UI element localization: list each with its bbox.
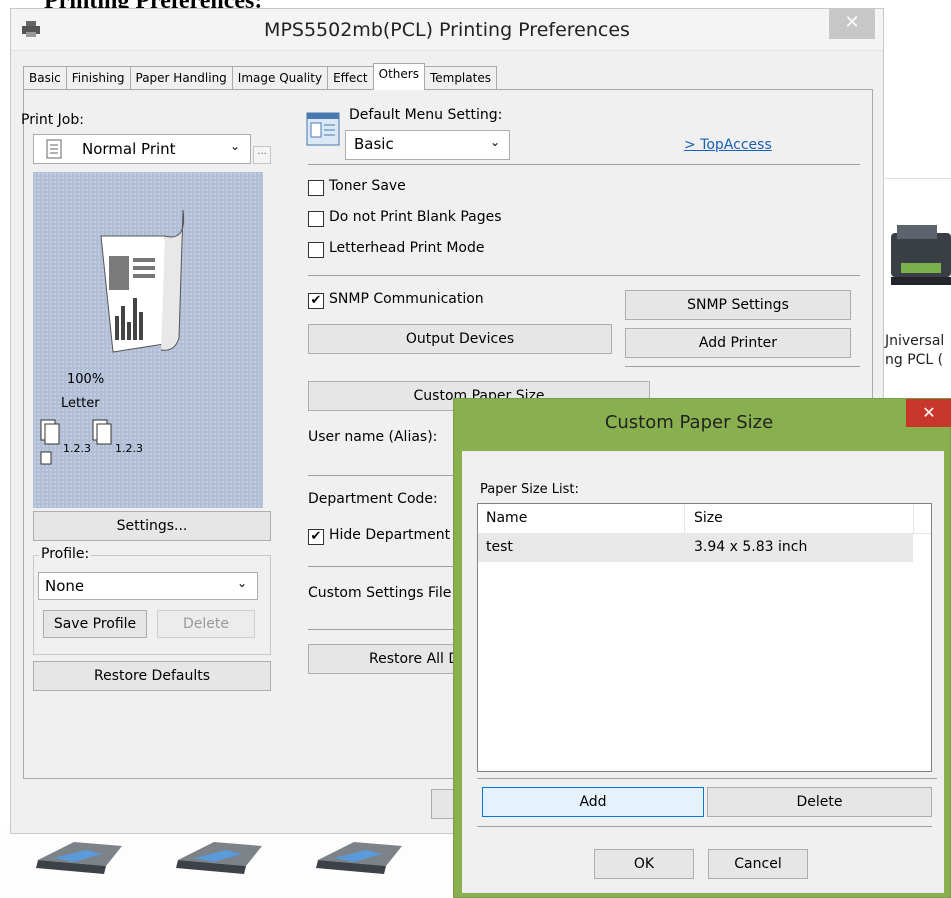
print-job-value: Normal Print <box>82 140 176 158</box>
add-paper-size-button[interactable]: Add <box>482 787 704 817</box>
restore-defaults-button[interactable]: Restore Defaults <box>33 661 271 691</box>
default-menu-value: Basic <box>354 135 394 153</box>
print-job-more-button[interactable]: ... <box>253 146 271 164</box>
save-profile-button[interactable]: Save Profile <box>43 610 147 638</box>
profile-dropdown[interactable]: None ⌄ <box>38 572 258 600</box>
preview-scale: 100% <box>67 372 105 387</box>
profile-value: None <box>45 577 85 595</box>
divider <box>308 475 468 476</box>
no-blank-pages-label: Do not Print Blank Pages <box>329 209 502 225</box>
preview-paper-size: Letter <box>61 396 100 411</box>
tab-basic[interactable]: Basic <box>23 66 67 90</box>
default-menu-icon <box>306 112 340 146</box>
collate-pages-icon <box>40 419 60 465</box>
document-preview-icon <box>100 209 185 353</box>
print-job-dropdown[interactable]: Normal Print ⌄ <box>33 134 251 164</box>
dialog-body: Paper Size List: Name Size test 3.94 x 5… <box>462 451 944 893</box>
tab-others[interactable]: Others <box>372 63 425 90</box>
no-blank-pages-checkbox[interactable] <box>308 211 324 227</box>
collate-order-a: 1.2.3 <box>63 442 91 455</box>
tab-image-quality[interactable]: Image Quality <box>231 66 329 90</box>
tab-paper-handling[interactable]: Paper Handling <box>129 66 233 90</box>
divider <box>308 275 860 276</box>
default-menu-dropdown[interactable]: Basic ⌄ <box>345 130 510 160</box>
dialog-close-button[interactable]: ✕ <box>906 399 951 427</box>
background-printer-panel: Jniversal ng PCL ( <box>885 178 951 368</box>
divider <box>625 366 860 367</box>
paper-size-list[interactable]: Name Size test 3.94 x 5.83 inch <box>477 503 932 772</box>
add-printer-button[interactable]: Add Printer <box>625 328 851 358</box>
printer-icon <box>36 842 122 874</box>
snmp-label: SNMP Communication <box>329 291 484 307</box>
printer-icon <box>891 225 951 285</box>
column-header-name[interactable]: Name <box>486 510 527 526</box>
dialog-title: Custom Paper Size <box>604 412 774 433</box>
snmp-checkbox[interactable]: ✔ <box>308 293 324 309</box>
letterhead-mode-label: Letterhead Print Mode <box>329 240 485 256</box>
snmp-settings-button[interactable]: SNMP Settings <box>625 290 851 320</box>
row-size-cell: 3.94 x 5.83 inch <box>694 539 808 555</box>
settings-button[interactable]: Settings... <box>33 511 271 541</box>
department-code-label: Department Code: <box>308 491 438 507</box>
printer-label-line2: ng PCL ( <box>885 352 944 368</box>
cancel-button[interactable]: Cancel <box>708 849 808 879</box>
tab-effect[interactable]: Effect <box>327 66 374 90</box>
custom-paper-size-dialog: Custom Paper Size ✕ Paper Size List: Nam… <box>453 398 951 898</box>
tab-templates[interactable]: Templates <box>423 66 497 90</box>
default-menu-label: Default Menu Setting: <box>349 107 503 123</box>
hide-department-checkbox[interactable]: ✔ <box>308 529 324 545</box>
row-name-cell: test <box>486 539 513 555</box>
print-job-label: Print Job: <box>21 112 84 128</box>
dialog-titlebar: Custom Paper Size ✕ <box>454 399 951 451</box>
delete-paper-size-button[interactable]: Delete <box>707 787 932 817</box>
table-row[interactable]: test 3.94 x 5.83 inch <box>478 534 913 562</box>
window-title: MPS5502mb(PCL) Printing Preferences <box>264 19 630 41</box>
custom-settings-label: Custom Settings File <box>308 585 452 601</box>
profile-group <box>33 555 271 655</box>
list-header: Name Size <box>478 504 931 534</box>
column-divider <box>684 504 685 534</box>
user-name-label: User name (Alias): <box>308 429 438 445</box>
divider <box>308 566 468 567</box>
preview-pane: 100% Letter 1.2.3 1.2.3 <box>33 172 263 508</box>
hide-department-label: Hide Department <box>329 527 451 543</box>
collate-pages-icon-2 <box>92 419 112 445</box>
toner-save-label: Toner Save <box>329 178 406 194</box>
output-devices-button[interactable]: Output Devices <box>308 324 612 354</box>
window-titlebar: MPS5502mb(PCL) Printing Preferences ✕ <box>11 9 883 51</box>
letterhead-mode-checkbox[interactable] <box>308 242 324 258</box>
chevron-down-icon: ⌄ <box>230 139 241 153</box>
chevron-down-icon: ⌄ <box>490 135 501 149</box>
background-printer-row <box>0 826 460 898</box>
column-header-size[interactable]: Size <box>694 510 723 526</box>
window-close-button[interactable]: ✕ <box>829 9 875 39</box>
tab-strip: Basic Finishing Paper Handling Image Qua… <box>23 63 497 90</box>
chevron-down-icon: ⌄ <box>237 576 248 590</box>
printer-label-line1: Jniversal <box>885 333 945 349</box>
paper-size-list-label: Paper Size List: <box>480 482 579 497</box>
profile-label: Profile: <box>39 546 92 562</box>
collate-order-b: 1.2.3 <box>115 442 143 455</box>
divider <box>308 164 860 165</box>
ok-button[interactable]: OK <box>594 849 694 879</box>
divider <box>477 826 932 827</box>
column-divider <box>913 504 914 534</box>
document-icon <box>46 139 62 159</box>
delete-profile-button[interactable]: Delete <box>157 610 255 638</box>
tab-finishing[interactable]: Finishing <box>65 66 131 90</box>
toner-save-checkbox[interactable] <box>308 180 324 196</box>
divider <box>308 629 468 630</box>
topaccess-link[interactable]: > TopAccess <box>684 137 772 153</box>
divider <box>477 778 937 779</box>
printer-icons-row <box>36 842 402 874</box>
